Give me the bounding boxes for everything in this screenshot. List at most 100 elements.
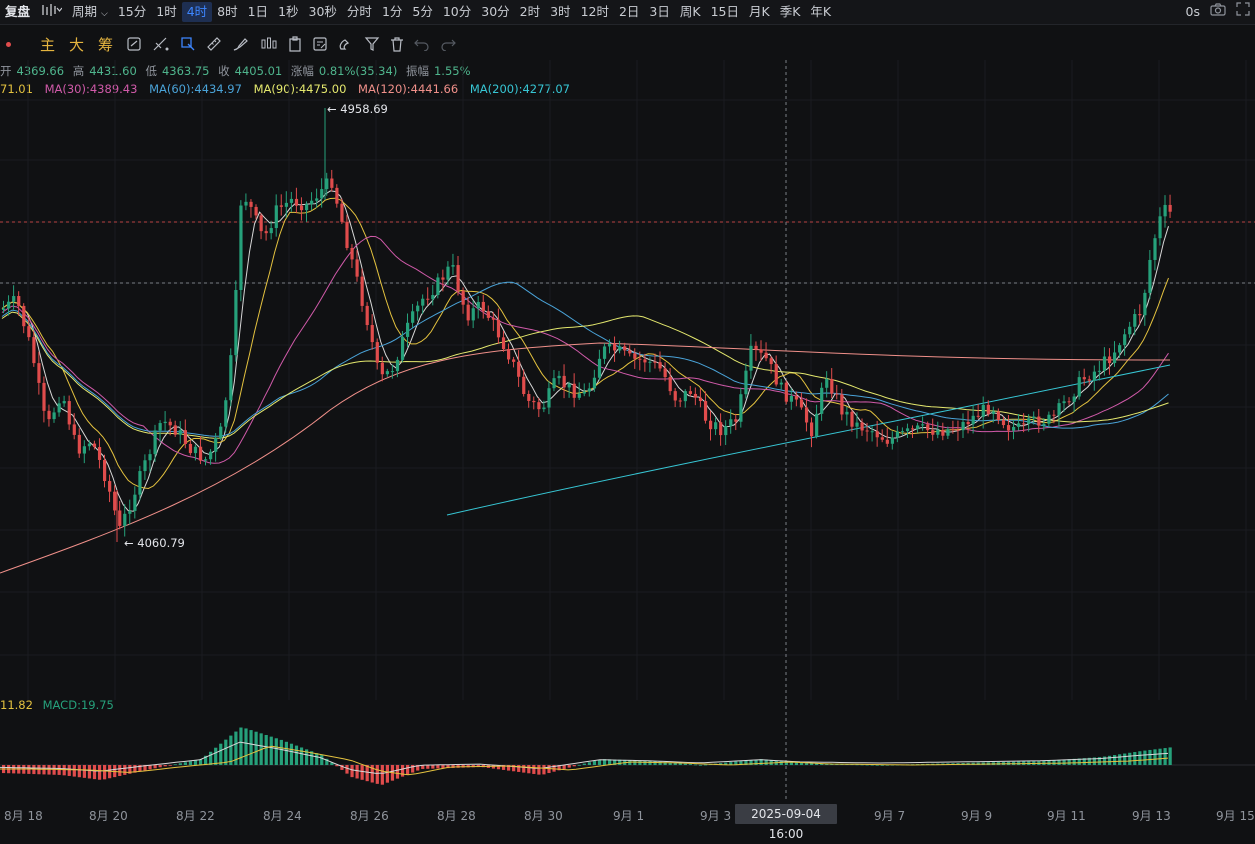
candle-body — [229, 355, 233, 401]
chips-button[interactable]: 筹 — [91, 34, 120, 55]
timeframe-15m[interactable]: 15分 — [113, 2, 151, 22]
candle-body — [380, 362, 384, 375]
timeframe-10m[interactable]: 10分 — [438, 2, 476, 22]
candle-body — [1001, 419, 1006, 426]
candle-body — [37, 363, 41, 383]
candle-body — [597, 358, 602, 378]
candle-body — [27, 326, 31, 338]
macd-bar — [436, 765, 440, 769]
macd-bar — [537, 765, 541, 775]
candle-body — [1077, 377, 1081, 397]
timeframe-15d[interactable]: 15日 — [706, 2, 744, 22]
timeframe-1d[interactable]: 1日 — [243, 2, 273, 22]
candle-body — [153, 430, 157, 455]
timeframe-1s[interactable]: 1秒 — [273, 2, 303, 22]
crosshair-time-label: 2025-09-04 16:00 — [735, 804, 837, 841]
macd-bar — [87, 765, 92, 779]
fullscreen-icon[interactable] — [1231, 2, 1255, 22]
replay-button[interactable]: 复盘 — [0, 2, 35, 22]
macd-bar — [1107, 755, 1112, 765]
candle-body — [1087, 379, 1091, 381]
brush-icon[interactable] — [232, 33, 250, 55]
candle-body — [1052, 414, 1056, 416]
doc-icon[interactable] — [288, 33, 302, 55]
candle-body — [547, 388, 551, 408]
macd-bar — [355, 765, 359, 779]
candle-body — [456, 265, 460, 291]
candle-body — [143, 460, 147, 472]
timeframe-timeshare[interactable]: 分时 — [342, 2, 377, 22]
candle-body — [683, 391, 687, 402]
macd-bar — [1052, 760, 1056, 765]
timeframe-2d[interactable]: 2日 — [614, 2, 644, 22]
candle-body — [779, 382, 783, 385]
select-cursor-icon[interactable] — [180, 33, 196, 55]
pen-slash-icon[interactable] — [152, 33, 170, 55]
candle-body — [729, 419, 733, 427]
redo-icon[interactable] — [440, 33, 456, 55]
x-label: 9月 3 — [700, 809, 732, 823]
candle-body — [709, 420, 713, 430]
macd-chart[interactable] — [0, 700, 1255, 801]
timeframe-3h[interactable]: 3时 — [545, 2, 575, 22]
layer-icon[interactable] — [126, 33, 142, 55]
candle-body — [951, 429, 955, 431]
macd-bar — [264, 734, 268, 765]
candle-body — [799, 399, 804, 408]
big-order-button[interactable]: 大 — [62, 34, 91, 55]
timeframe-4h[interactable]: 4时 — [181, 2, 213, 22]
list-edit-icon[interactable] — [312, 33, 328, 55]
timeframe-2h[interactable]: 2时 — [515, 2, 545, 22]
timeframe-year[interactable]: 年K — [805, 2, 836, 22]
candle-body — [299, 205, 304, 211]
chart-type-dropdown[interactable] — [35, 2, 67, 22]
candle-body — [1107, 356, 1112, 364]
macd-bar — [350, 765, 354, 778]
timeframe-quarter[interactable]: 季K — [775, 2, 806, 22]
timeframe-week[interactable]: 周K — [675, 2, 706, 22]
period-dropdown[interactable]: 周期 ⌵ — [67, 2, 113, 22]
camera-icon[interactable] — [1205, 2, 1231, 22]
macd-bar — [1123, 753, 1127, 765]
candle-body — [72, 424, 76, 435]
candle-body — [1022, 423, 1026, 425]
timeframe-30m[interactable]: 30分 — [476, 2, 514, 22]
candle-body — [931, 430, 935, 435]
candles-tool-icon[interactable] — [260, 33, 278, 55]
candle-body — [1158, 216, 1162, 239]
macd-bar — [643, 760, 647, 765]
candle-body — [395, 359, 400, 372]
main-chart-button[interactable]: 主 — [33, 34, 62, 55]
timeframe-1m[interactable]: 1分 — [377, 2, 407, 22]
macd-bar — [400, 765, 405, 777]
macd-bar — [522, 765, 526, 773]
trash-icon[interactable] — [390, 33, 404, 55]
undo-icon[interactable] — [414, 33, 430, 55]
macd-bar — [653, 761, 657, 765]
candle-body — [118, 510, 122, 526]
filter-icon[interactable] — [364, 33, 380, 55]
timeframe-30s[interactable]: 30秒 — [304, 2, 342, 22]
candle-body — [784, 382, 788, 402]
macd-bar — [244, 728, 248, 765]
timeframe-3d[interactable]: 3日 — [644, 2, 674, 22]
candle-body — [648, 361, 652, 363]
magnet-icon[interactable] — [338, 33, 354, 55]
macd-bar — [375, 765, 379, 784]
ruler-icon[interactable] — [206, 33, 222, 55]
candle-body — [183, 430, 187, 444]
candle-body — [618, 346, 622, 351]
timeframe-5m[interactable]: 5分 — [407, 2, 437, 22]
macd-bar — [178, 763, 182, 765]
timeframe-8h[interactable]: 8时 — [212, 2, 242, 22]
macd-bar — [82, 765, 86, 778]
macd-bar — [345, 765, 349, 774]
timeframe-1h[interactable]: 1时 — [151, 2, 181, 22]
timeframe-month[interactable]: 月K — [744, 2, 775, 22]
macd-bar — [188, 761, 193, 765]
candlestick-chart[interactable] — [0, 60, 1255, 700]
macd-bar — [1047, 760, 1051, 765]
candle-body — [719, 422, 723, 436]
candle-body — [673, 391, 677, 401]
timeframe-12h[interactable]: 12时 — [576, 2, 614, 22]
